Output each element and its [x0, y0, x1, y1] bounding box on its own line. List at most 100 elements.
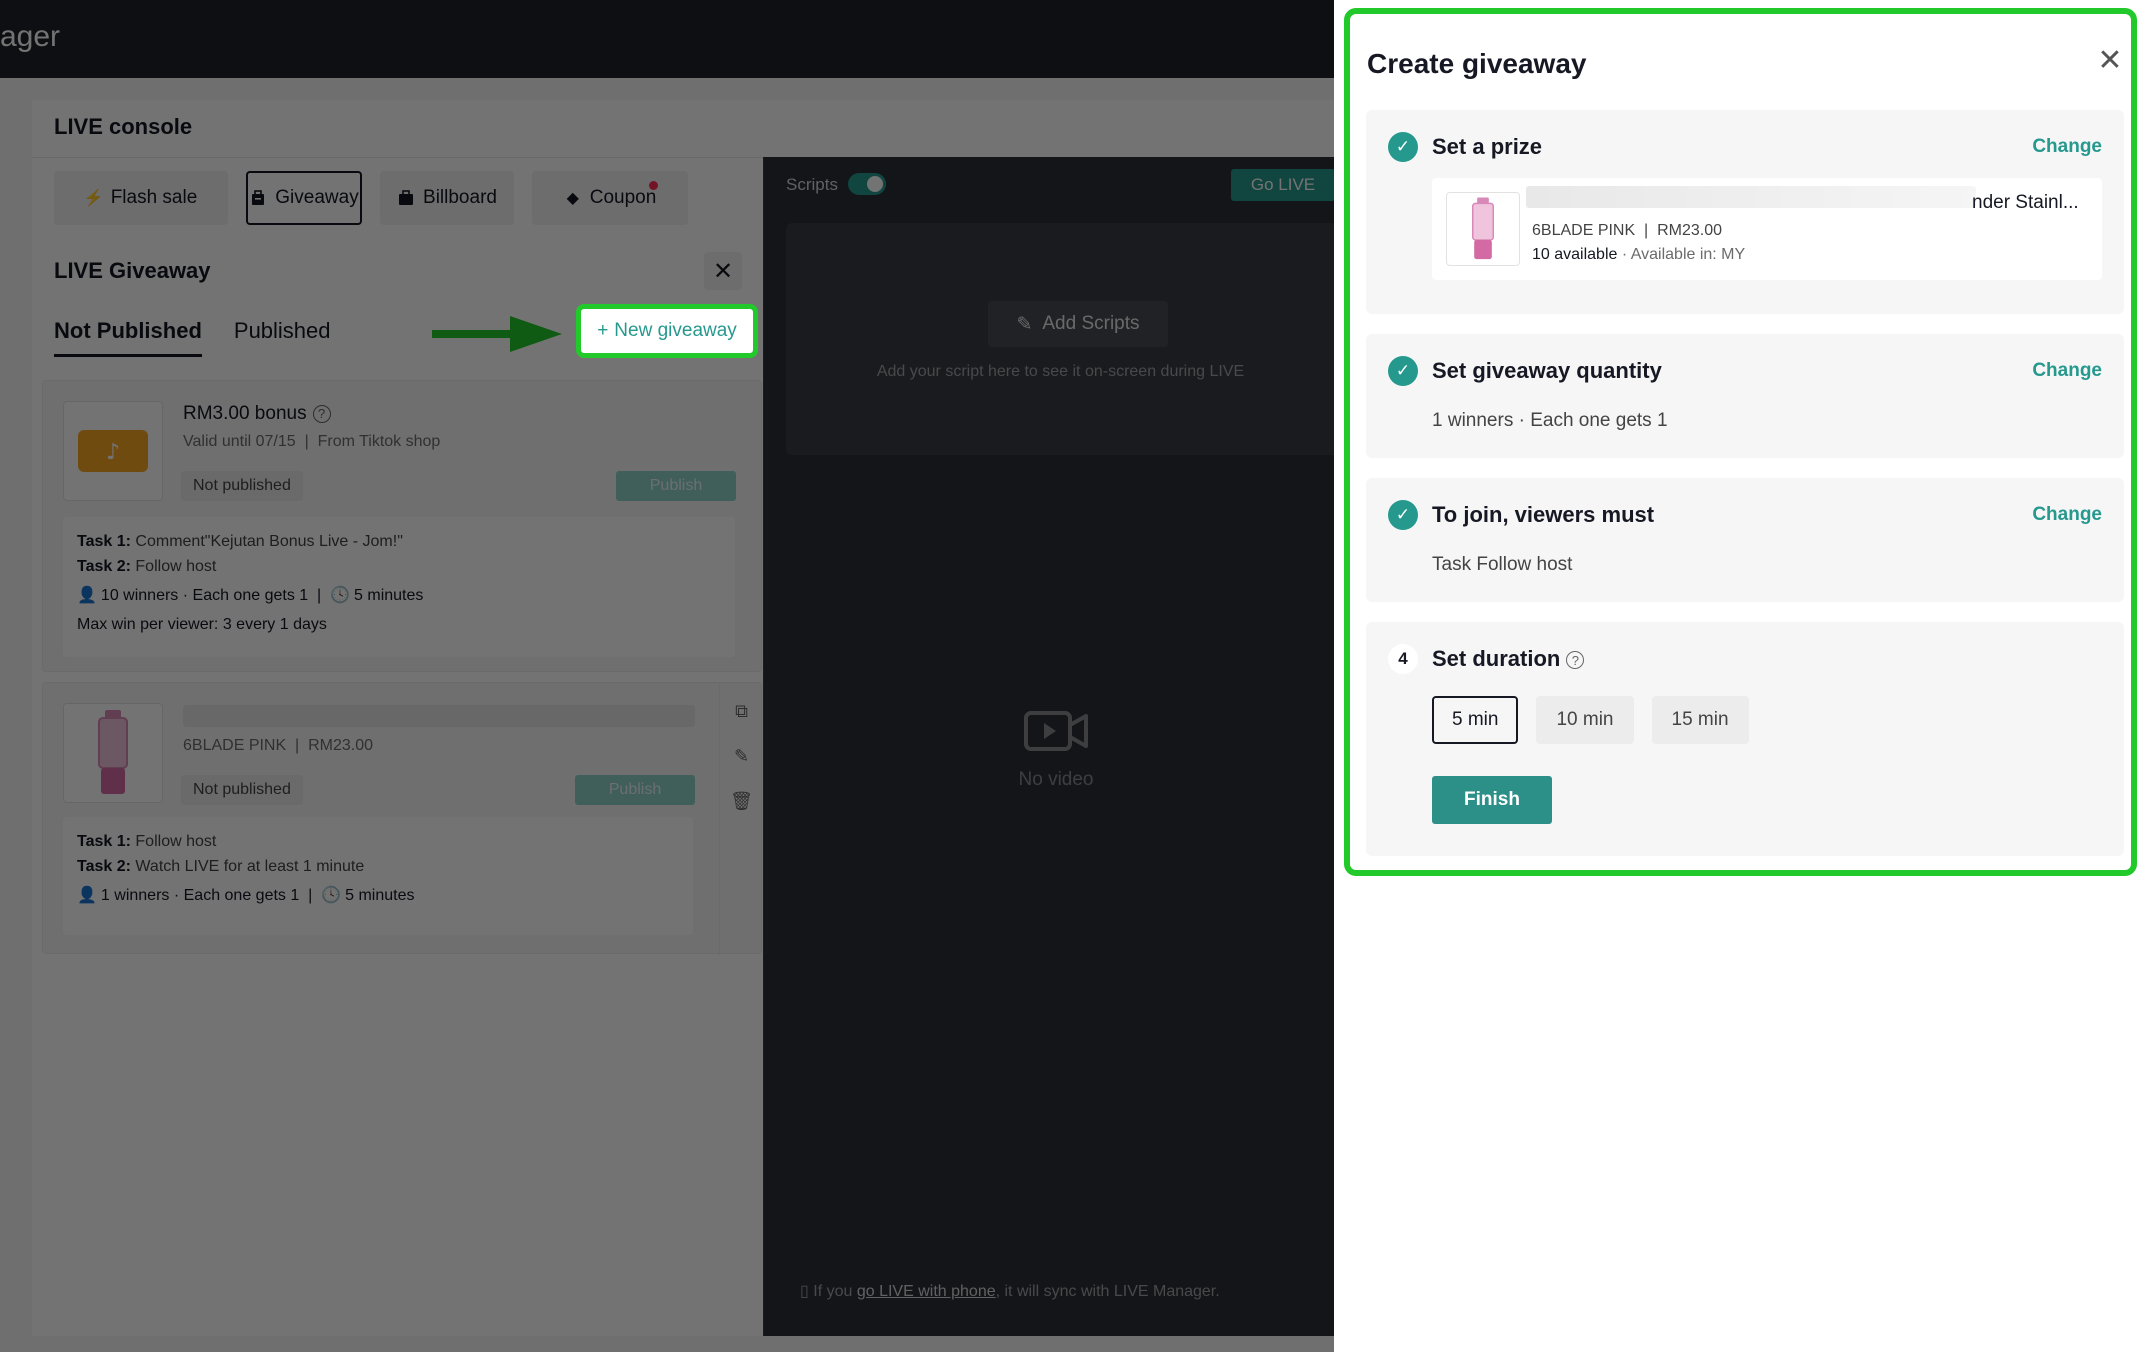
- edit-icon[interactable]: ✎: [734, 746, 749, 767]
- coupon-label: Coupon: [589, 187, 657, 208]
- step-title: Set a prize: [1432, 134, 1543, 159]
- phone-icon: ▯: [800, 1283, 809, 1300]
- new-giveaway-label: New giveaway: [614, 320, 737, 341]
- max-win: Max win per viewer: 3 every 1 days: [77, 616, 327, 633]
- svg-text:♪: ♪: [106, 440, 120, 465]
- check-icon: ✓: [1388, 356, 1418, 386]
- video-camera-icon: [1024, 711, 1088, 751]
- giveaway-card: ♪ RM3.00 bonus? Valid until 07/15 | From…: [42, 380, 762, 672]
- duration-10min[interactable]: 10 min: [1536, 696, 1634, 744]
- new-giveaway-button[interactable]: + New giveaway: [576, 304, 758, 358]
- task-box: Task 1: Follow host Task 2: Watch LIVE f…: [63, 817, 693, 935]
- live-manager-app: ager LIVE console ⚡ Flash sale Giveaway …: [0, 0, 1334, 1352]
- script-box: ✎ Add Scripts Add your script here to se…: [786, 223, 1334, 455]
- step-desc: 1 winners · Each one gets 1: [1432, 410, 1668, 431]
- app-brand: ager: [0, 20, 61, 53]
- top-bar: ager: [0, 0, 1334, 78]
- gift-bag-icon: [249, 189, 267, 207]
- giveaway-tabs: Not Published Published: [54, 318, 331, 357]
- phone-hint: ▯ If you go LIVE with phone, it will syn…: [800, 1283, 1220, 1300]
- task-1: Task 1: Follow host: [77, 833, 217, 850]
- step-set-prize: ✓ Set a prize Change nder Stainl... 6BLA…: [1366, 110, 2124, 314]
- product-image: [1446, 192, 1520, 266]
- go-live-with-phone-link[interactable]: go LIVE with phone: [857, 1283, 996, 1300]
- help-icon: ?: [312, 404, 331, 423]
- tab-published[interactable]: Published: [234, 318, 331, 357]
- scripts-toggle[interactable]: [848, 173, 886, 195]
- step-desc: Task Follow host: [1432, 554, 1573, 575]
- plus-icon: +: [597, 320, 609, 341]
- close-icon[interactable]: ✕: [704, 252, 742, 290]
- change-button[interactable]: Change: [2032, 360, 2102, 382]
- giveaway-list: ♪ RM3.00 bonus? Valid until 07/15 | From…: [42, 380, 762, 960]
- product-availability: 10 available · Available in: MY: [1532, 246, 1746, 263]
- drawer-title: Create giveaway: [1367, 48, 1587, 79]
- duration-5min[interactable]: 5 min: [1432, 696, 1519, 744]
- console-title: LIVE console: [54, 114, 193, 139]
- go-live-button[interactable]: Go LIVE: [1231, 169, 1334, 201]
- close-icon[interactable]: ✕: [2094, 44, 2126, 77]
- coupon-button[interactable]: ◆ Coupon: [532, 171, 688, 225]
- product-variant: 6BLADE PINK | RM23.00: [1532, 222, 1723, 239]
- tab-not-published[interactable]: Not Published: [54, 318, 202, 357]
- giveaway-card: 6BLADE PINK | RM23.00 Not published Publ…: [42, 682, 763, 955]
- add-scripts-label: Add Scripts: [1042, 313, 1140, 334]
- giveaway-validity: Valid until 07/15 | From Tiktok shop: [183, 433, 441, 450]
- card-actions: ⧉ ✎ 🗑: [719, 683, 763, 955]
- winners-meta: 👤 1 winners · Each one gets 1 | 🕓 5 minute…: [77, 887, 415, 904]
- coupon-thumbnail: ♪: [63, 401, 163, 501]
- help-icon: ?: [1566, 651, 1585, 670]
- prize-card: nder Stainl... 6BLADE PINK | RM23.00 10 …: [1432, 178, 2102, 280]
- giveaway-label: Giveaway: [275, 187, 359, 208]
- task-box: Task 1: Comment"Kejutan Bonus Live - Jom…: [63, 517, 735, 657]
- step-set-duration: 4 Set duration? 5 min 10 min 15 min Fini…: [1366, 622, 2124, 856]
- arrow-annotation: [432, 316, 562, 352]
- notification-dot: [649, 181, 658, 190]
- coupon-icon: ◆: [566, 190, 579, 207]
- flash-sale-button[interactable]: ⚡ Flash sale: [54, 171, 228, 225]
- status-badge: Not published: [181, 471, 303, 501]
- task-2: Task 2: Follow host: [77, 558, 217, 575]
- check-icon: ✓: [1388, 500, 1418, 530]
- flash-sale-label: Flash sale: [110, 187, 198, 208]
- tool-bar: ⚡ Flash sale Giveaway Billboard ◆ Coupon: [54, 171, 688, 225]
- product-title: nder Stainl...: [1972, 192, 2079, 213]
- product-name-redacted: [1526, 186, 1976, 208]
- live-giveaway-title: LIVE Giveaway: [54, 258, 211, 283]
- trash-icon[interactable]: 🗑: [730, 791, 753, 812]
- script-hint: Add your script here to see it on-screen…: [876, 363, 1245, 380]
- finish-button[interactable]: Finish: [1432, 776, 1552, 824]
- giveaway-button[interactable]: Giveaway: [246, 171, 362, 225]
- scripts-label: Scripts: [786, 175, 838, 194]
- step-title: Set duration?: [1432, 646, 1585, 672]
- step-title: To join, viewers must: [1432, 502, 1655, 527]
- product-variant: 6BLADE PINK | RM23.00: [183, 737, 374, 754]
- step-title: Set giveaway quantity: [1432, 358, 1662, 383]
- change-button[interactable]: Change: [2032, 136, 2102, 158]
- clock-icon: 🕓: [321, 887, 342, 904]
- step-giveaway-quantity: ✓ Set giveaway quantity Change 1 winners…: [1366, 334, 2124, 458]
- giveaway-name: RM3.00 bonus?: [183, 403, 331, 425]
- create-giveaway-drawer: Create giveaway ✕ ✓ Set a prize Change n…: [1334, 0, 2148, 1352]
- publish-button[interactable]: Publish: [616, 471, 736, 501]
- add-scripts-button[interactable]: ✎ Add Scripts: [988, 301, 1168, 347]
- clock-icon: 🕓: [330, 587, 351, 604]
- publish-button[interactable]: Publish: [575, 775, 695, 805]
- no-video-label: No video: [1018, 769, 1094, 790]
- duration-options: 5 min 10 min 15 min: [1432, 696, 1749, 744]
- pencil-icon: ✎: [1016, 313, 1033, 335]
- step-join-requirements: ✓ To join, viewers must Change Task Foll…: [1366, 478, 2124, 602]
- status-badge: Not published: [181, 775, 303, 805]
- task-1: Task 1: Comment"Kejutan Bonus Live - Jom…: [77, 533, 403, 550]
- step-number: 4: [1388, 644, 1418, 674]
- billboard-button[interactable]: Billboard: [380, 171, 514, 225]
- no-video-placeholder: No video: [986, 707, 1126, 791]
- duration-15min[interactable]: 15 min: [1651, 696, 1749, 744]
- winners-meta: 👤 10 winners · Each one gets 1 | 🕓 5 minut…: [77, 587, 424, 604]
- change-button[interactable]: Change: [2032, 504, 2102, 526]
- copy-icon[interactable]: ⧉: [735, 701, 748, 722]
- user-icon: 👤: [77, 587, 97, 604]
- check-icon: ✓: [1388, 132, 1418, 162]
- user-icon: 👤: [77, 887, 97, 904]
- task-2: Task 2: Watch LIVE for at least 1 minute: [77, 858, 365, 875]
